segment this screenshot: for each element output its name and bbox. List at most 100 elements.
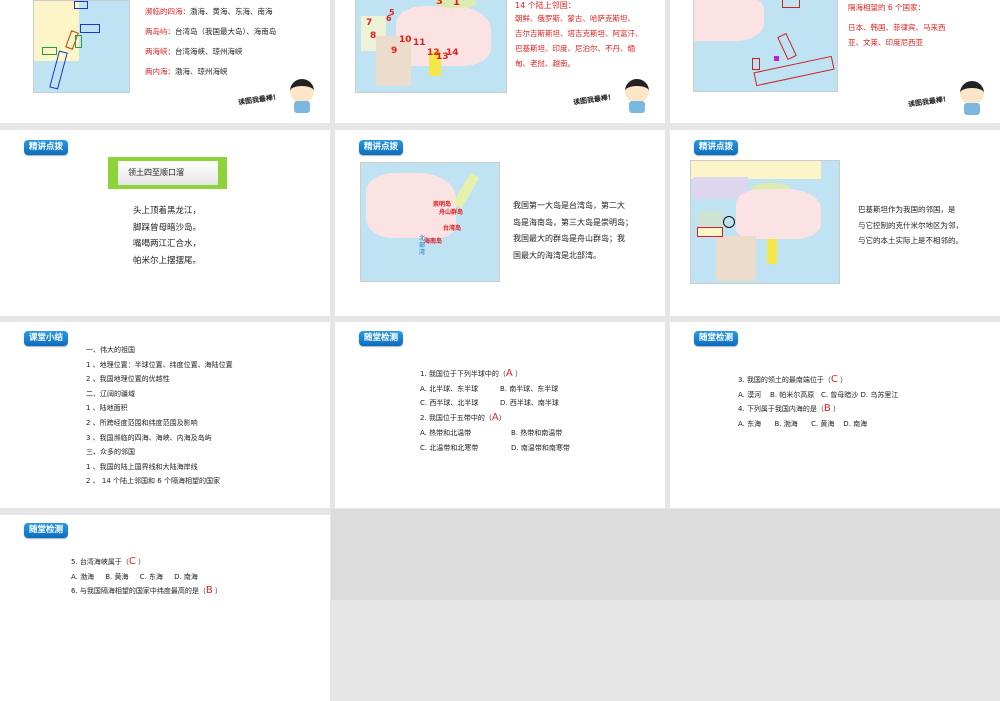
summary-item: 2 、 14 个陆上邻国和 6 个隔海相望的国家 [86,477,220,486]
answer: C [830,374,838,385]
description: 巴基斯坦作为我国的邻国，是 与它控制的克什米尔地区为邻， 与它的本土实际上是不相… [858,202,963,249]
empty-sorter-area [331,509,1000,600]
text-line: 国最大的海湾是北部湾。 [513,250,601,260]
answer: B [205,585,213,597]
cartoon-face-icon [290,79,314,103]
slide-thumbnail-3[interactable]: 隔海相望的 6 个国家： 日本、韩国、菲律宾、马来西 亚、文莱、印度尼西亚 读图… [670,0,1000,123]
neighbors-map: 1 3 5 6 7 8 9 10 11 12 13 14 [355,0,507,93]
sea-box [74,1,88,9]
island-box [42,47,57,55]
section-badge: 精讲点拨 [359,140,404,155]
question-6: 6. 与我国隔海相望的国家中纬度最高的是（B ） [71,585,223,597]
poem-line: 嘴喝两江汇合水， [133,239,202,249]
islands-map: 崇明岛 舟山群岛 台湾岛 海南岛 北部湾 [360,162,500,282]
india-area [716,236,756,281]
map-label: 台湾岛 [443,225,462,232]
answer: A [491,412,499,424]
map-number: 9 [391,46,398,56]
cartoon-boy: 读图我最棒! [238,79,318,115]
summary-list: 一、伟大的祖国 1 、地理位置：半球位置、纬度位置、海陆位置 2 、我国地理位置… [86,343,233,489]
afghanistan-area [698,211,723,226]
slide-thumbnail-5[interactable]: 精讲点拨 崇明岛 舟山群岛 台湾岛 海南岛 北部湾 我国第一大岛是台湾岛，第二大… [335,130,665,316]
cartoon-body-icon [964,103,980,115]
text-line: 巴基斯坦、印度、尼泊尔、不丹、缅 [515,44,635,53]
summary-item: 1 、陆地面积 [86,404,128,413]
map-number: 8 [370,31,377,41]
map-label: 海南岛 [424,238,443,245]
myanmar-area [767,239,777,264]
quiz: 5. 台湾海峡属于（C ） A. 渤海 B. 黄海 C. 东海 D. 南海 6.… [71,555,222,599]
options: A. 热带和北温带 B. 热带和南温带 [420,428,563,437]
island-box [75,35,82,48]
question-2: 2. 我国位于五带中的（A） [420,412,506,424]
text-line: 甸、老挝、越南。 [515,59,575,68]
poem-line: 头上顶着黑龙江， [133,206,202,216]
map-number: 3 [436,0,443,7]
text-line: 我国最大的群岛是舟山群岛；我 [513,234,625,243]
summary-item: 2 、我国地理位置的优越性 [86,375,170,384]
section-badge: 随堂检测 [359,331,404,346]
slide-thumbnail-6[interactable]: 精讲点拨 巴基斯坦作为我国的邻国，是 与它控制的克什米尔地区为邻， 与它的本土实… [670,130,1000,316]
cartoon-caption: 读图我最棒! [907,95,947,109]
summary-item: 一、伟大的祖国 [86,346,135,354]
cartoon-face-icon [960,81,984,105]
text-line: 两岛屿：台湾岛（我国最大岛）、海南岛 [145,27,277,36]
section-badge: 随堂检测 [24,523,69,538]
summary-item: 2 、所跨经度范围和纬度范围及影响 [86,418,198,427]
map-number: 11 [413,38,426,48]
kashmir-circle [723,216,735,228]
map-number: 10 [399,35,412,45]
slide-thumbnail-1[interactable]: 濒临的四海：渤海、黄海、东海、南海 两岛屿：台湾岛（我国最大岛）、海南岛 两海峡… [0,0,330,123]
slide-thumbnail-4[interactable]: 精讲点拨 领土四至顺口溜 头上顶着黑龙江， 脚踩曾母暗沙岛。 嘴喝两江汇合水， … [0,130,330,316]
cartoon-body-icon [629,101,645,113]
sea-box [753,55,835,87]
poem-line: 脚踩曾母暗沙岛。 [133,222,202,233]
slide-thumbnail-7[interactable]: 课堂小结 一、伟大的祖国 1 、地理位置：半球位置、纬度位置、海陆位置 2 、我… [0,322,330,508]
sea-box [782,0,800,8]
text-line: 亚、文莱、印度尼西亚 [848,38,923,47]
text-line: 岛是海南岛，第三大岛是崇明岛； [513,217,633,227]
slide-thumbnail-9[interactable]: 随堂检测 3. 我国的领土的最南端位于（C ） A. 漠河 B. 帕米尔高原 C… [670,322,1000,508]
map-number: 1 [453,0,460,8]
sea-box [752,58,760,70]
cartoon-body-icon [294,101,310,113]
sea-neighbors-map [693,0,838,92]
options: A. 渤海 B. 黄海 C. 东海 D. 南海 [71,572,198,581]
options: C. 北温带和北寒带 D. 南温带和南寒带 [420,443,570,452]
text-line: 吉尔吉斯斯坦、塔吉克斯坦、阿富汗、 [515,29,643,38]
text-line: 两内海：渤海、琼州海峡 [145,67,228,76]
question-4: 4. 下列属于我国内海的是（B ） [738,403,841,415]
summary-item: 1 、地理位置：半球位置、纬度位置、海陆位置 [86,360,233,369]
section-badge: 随堂检测 [694,331,739,346]
answer: C [128,556,136,567]
map-number: 7 [366,18,373,28]
question-1: 1. 我国位于下列半球中的（A ） [420,368,522,379]
question-3: 3. 我国的领土的最南端位于（C ） [738,374,848,385]
map-label: 北部湾 [419,235,426,256]
text-line: 与它的本土实际上是不相邻的。 [858,236,963,245]
japan-area [452,172,480,209]
section-badge: 精讲点拨 [694,140,739,155]
slide-thumbnail-10[interactable]: 随堂检测 5. 台湾海峡属于（C ） A. 渤海 B. 黄海 C. 东海 D. … [0,515,330,701]
answer: A [505,368,513,379]
pakistan-map [690,160,840,284]
slide-thumbnail-8[interactable]: 随堂检测 1. 我国位于下列半球中的（A ） A. 北半球、东半球 B. 南半球、… [335,322,665,508]
map-label: 舟山群岛 [439,209,464,216]
text-line: 与它控制的克什米尔地区为邻， [858,220,963,230]
section-badge: 课堂小结 [24,331,69,346]
options: C. 西半球、北半球 D. 西半球、南半球 [420,399,559,408]
text-line: 两海峡：台湾海峡、琼州海峡 [145,47,243,56]
cartoon-caption: 读图我最棒! [572,93,612,107]
text-line: 朝鲜、俄罗斯、蒙古、哈萨克斯坦、 [515,14,635,23]
description: 我国第一大岛是台湾岛，第二大 岛是海南岛，第三大岛是崇明岛； 我国最大的群岛是舟… [513,198,633,264]
pakistan-box [697,227,723,237]
answer: B [823,403,831,415]
summary-item: 1 、我国的陆上国界线和大陆海岸线 [86,462,198,471]
summary-item: 三、众多的邻国 [86,448,135,457]
heading: 14 个陆上邻国： [515,1,576,10]
text-line: 我国第一大岛是台湾岛，第二大 [513,201,625,210]
options: A. 漠河 B. 帕米尔高原 C. 曾母暗沙 D. 乌苏里江 [738,390,899,399]
slide-thumbnail-2[interactable]: 1 3 5 6 7 8 9 10 11 12 13 14 14 个陆上邻国： 朝… [335,0,665,123]
poem-line: 帕米尔上摆摆尾。 [133,255,202,266]
text-line: 巴基斯坦作为我国的邻国，是 [858,205,956,214]
